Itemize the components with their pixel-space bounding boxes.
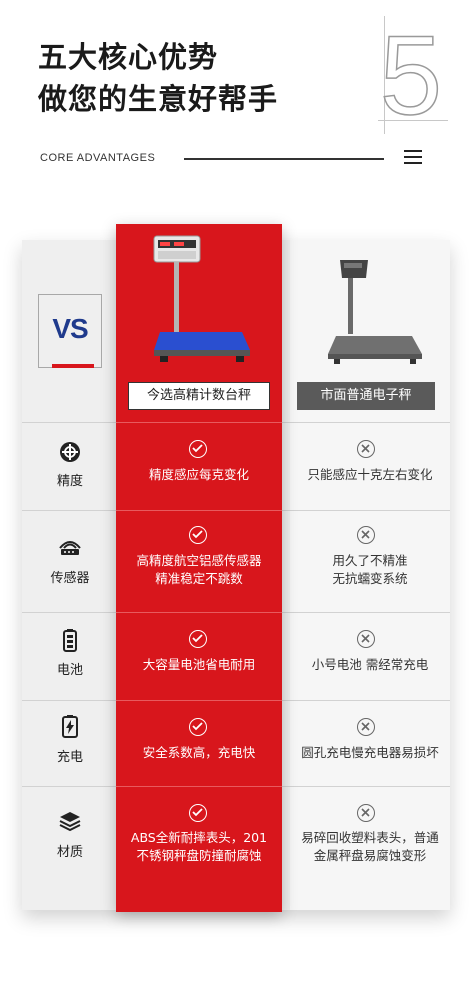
competitor-precision-text: 只能感应十克左右变化 — [307, 467, 433, 482]
check-icon — [189, 718, 207, 736]
row-divider-red — [116, 510, 282, 511]
section-subtitle: CORE ADVANTAGES — [40, 152, 156, 164]
featured-precision-text: 精度感应每克变化 — [148, 467, 249, 482]
divider — [184, 158, 384, 160]
competitor-scale-image — [328, 260, 422, 364]
cross-icon — [357, 440, 375, 458]
check-icon — [189, 630, 207, 648]
competitor-label: 市面普通电子秤 — [297, 382, 435, 410]
sensor-icon — [59, 541, 81, 555]
menu-icon[interactable] — [404, 150, 422, 164]
title-line-2: 做您的生意好帮手 — [38, 82, 279, 116]
title-line-1: 五大核心优势 — [38, 40, 219, 74]
feature-label-precision: 精度 — [56, 474, 83, 489]
cross-icon — [357, 630, 375, 648]
battery-icon — [63, 629, 77, 652]
cross-icon — [357, 804, 375, 822]
featured-material-text-1: ABS全新耐摔表头，201 — [130, 830, 268, 845]
vs-badge: VS — [38, 294, 102, 368]
vs-label: VS — [52, 313, 88, 344]
page-title: 五大核心优势 做您的生意好帮手 — [38, 36, 278, 120]
vs-underline — [52, 364, 94, 368]
cross-icon — [357, 718, 375, 736]
competitor-battery-text: 小号电池 需经常充电 — [311, 657, 429, 672]
precision-icon — [60, 442, 80, 462]
competitor-material-text-2: 金属秤盘易腐蚀变形 — [313, 848, 427, 863]
check-icon — [189, 526, 207, 544]
competitor-charging-text: 圆孔充电慢充电器易损坏 — [301, 745, 439, 760]
competitor-sensor-text-2: 无抗蠕变系统 — [332, 571, 408, 586]
layers-icon — [59, 812, 81, 832]
charging-icon — [62, 715, 78, 738]
featured-sensor-text-1: 高精度航空铝感传感器 — [136, 553, 262, 568]
featured-product-label: 今选高精计数台秤 — [128, 382, 270, 410]
row-divider-red — [116, 612, 282, 613]
cross-icon — [357, 526, 375, 544]
row-divider-red — [116, 700, 282, 701]
row-divider-red — [116, 422, 282, 423]
featured-scale-image — [153, 235, 250, 362]
featured-charging-text: 安全系数高，充电快 — [142, 745, 256, 760]
check-icon — [189, 440, 207, 458]
feature-label-battery: 电池 — [56, 663, 83, 678]
featured-battery-text: 大容量电池省电耐用 — [142, 657, 256, 672]
featured-material-text-2: 不锈钢秤盘防撞耐腐蚀 — [136, 848, 262, 863]
feature-label-charging: 充电 — [56, 750, 83, 765]
row-divider-red — [116, 786, 282, 787]
feature-label-sensor: 传感器 — [50, 571, 90, 586]
check-icon — [189, 804, 207, 822]
competitor-material-text-1: 易碎回收塑料表头，普通 — [301, 830, 439, 845]
featured-sensor-text-2: 精准稳定不跳数 — [155, 571, 243, 586]
section-number: 5 — [379, 13, 443, 138]
competitor-sensor-text-1: 用久了不精准 — [332, 553, 408, 568]
feature-label-material: 材质 — [56, 845, 83, 860]
